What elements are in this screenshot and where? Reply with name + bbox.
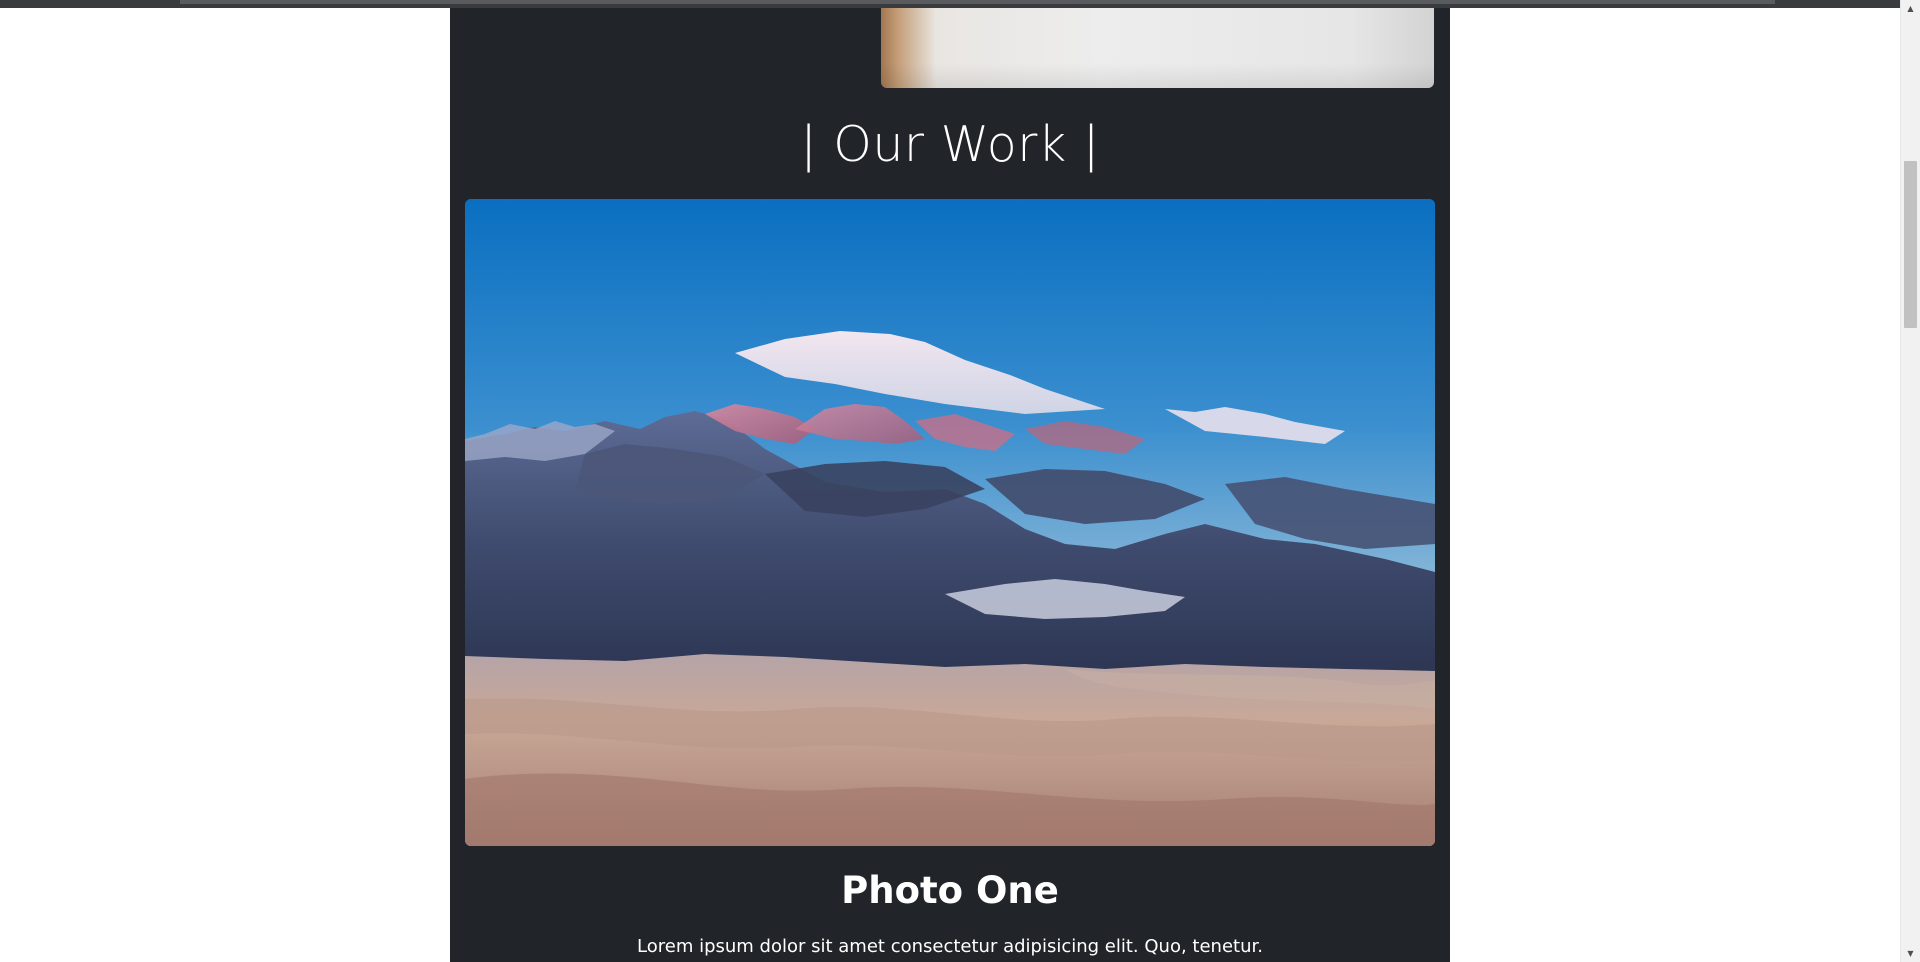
scrollbar-thumb[interactable] [1904,161,1917,328]
arrow-up-icon[interactable]: ▲ [1901,0,1920,17]
browser-viewport: | Our Work | Photo One Lorem ipsum dolor… [0,0,1920,962]
content-column: | Our Work | Photo One Lorem ipsum dolor… [450,8,1450,962]
arrow-down-icon[interactable]: ▼ [1901,945,1920,962]
photo-one-image[interactable] [465,199,1435,846]
photo-description: Lorem ipsum dolor sit amet consectetur a… [637,936,1263,957]
previous-section-image [881,8,1434,88]
browser-top-edge [0,0,1920,8]
vertical-scrollbar[interactable]: ▲ ▼ [1900,0,1920,962]
photo-title: Photo One [841,869,1059,912]
browser-top-edge-inner [180,0,1775,4]
section-title: | Our Work | [800,116,1100,173]
mountain-landscape-image [465,199,1435,846]
previous-section-image-shade [881,63,1434,88]
